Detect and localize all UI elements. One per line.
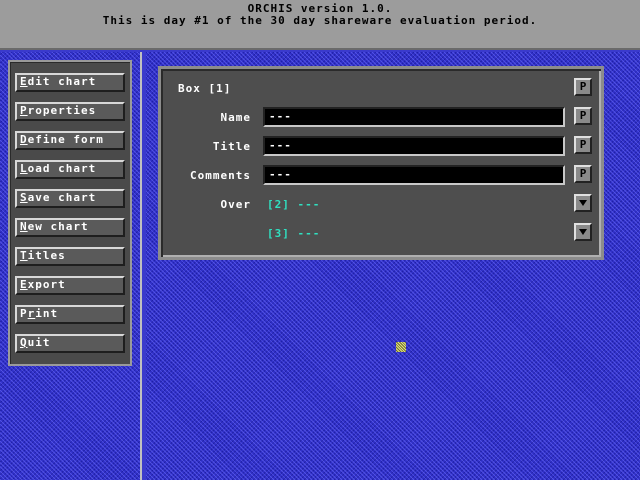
titles-button[interactable]: Titles (15, 247, 125, 266)
new-chart-button[interactable]: New chart (15, 218, 125, 237)
comments-p-button[interactable]: P (574, 165, 592, 183)
over-link-3-index: [3] (267, 227, 290, 240)
export-button[interactable]: Export (15, 276, 125, 295)
over-label: Over (220, 198, 251, 211)
title-field[interactable]: --- (263, 136, 565, 156)
over-link-3[interactable]: [3] --- (267, 227, 320, 240)
box-properties-panel: Box [1] P Name --- P Title --- P Comment… (158, 66, 604, 260)
quit-button[interactable]: Quit (15, 334, 125, 353)
over-link-2-value: --- (297, 198, 321, 211)
comments-field[interactable]: --- (263, 165, 565, 185)
comments-label: Comments (190, 169, 251, 182)
edit-chart-button[interactable]: Edit chart (15, 73, 125, 92)
command-menu: Edit chart Properties Define form Load c… (8, 60, 132, 366)
workspace: Box [1] P Name --- P Title --- P Comment… (146, 52, 640, 480)
title-bar: ORCHIS version 1.0. This is day #1 of th… (0, 0, 640, 50)
over-3-dropdown-button[interactable] (574, 223, 592, 241)
define-form-button[interactable]: Define form (15, 131, 125, 150)
sidebar-area: Edit chart Properties Define form Load c… (0, 52, 142, 480)
title-p-button[interactable]: P (574, 136, 592, 154)
name-label: Name (220, 111, 251, 124)
save-chart-button[interactable]: Save chart (15, 189, 125, 208)
box-label: Box [1] (178, 82, 232, 95)
name-p-button[interactable]: P (574, 107, 592, 125)
load-chart-button[interactable]: Load chart (15, 160, 125, 179)
name-field[interactable]: --- (263, 107, 565, 127)
mouse-cursor-icon (396, 342, 406, 352)
print-button[interactable]: Print (15, 305, 125, 324)
chevron-down-icon (579, 229, 587, 235)
box-p-button[interactable]: P (574, 78, 592, 96)
evaluation-notice: This is day #1 of the 30 day shareware e… (102, 14, 538, 27)
properties-button[interactable]: Properties (15, 102, 125, 121)
chevron-down-icon (579, 200, 587, 206)
over-link-3-value: --- (297, 227, 321, 240)
over-link-2[interactable]: [2] --- (267, 198, 320, 211)
over-2-dropdown-button[interactable] (574, 194, 592, 212)
over-link-2-index: [2] (267, 198, 290, 211)
title-label: Title (212, 140, 251, 153)
